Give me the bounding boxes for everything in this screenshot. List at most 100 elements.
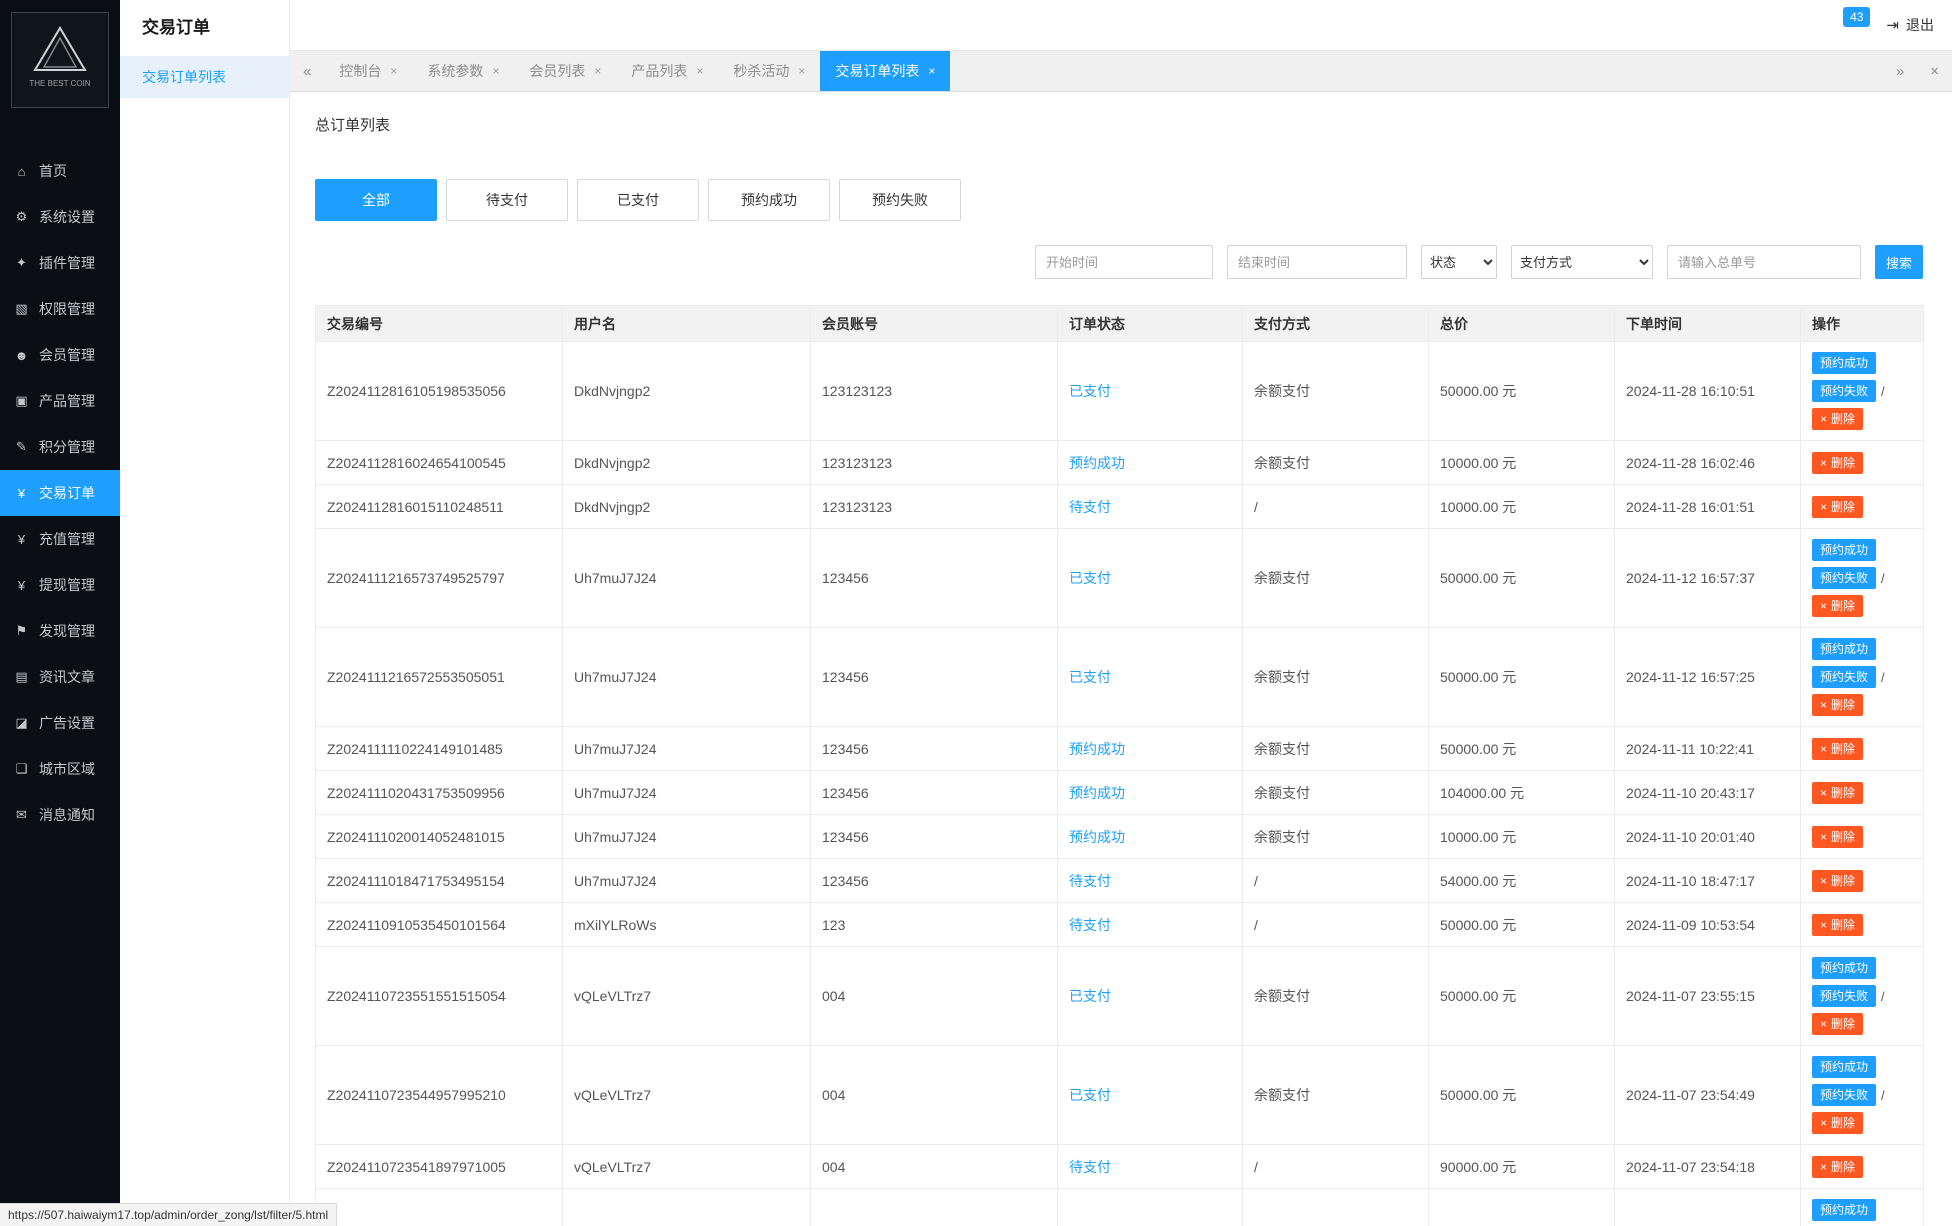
reserve-fail-button[interactable]: 预约失败 bbox=[1812, 567, 1877, 589]
cell-trade-id: Z2024111110224149101485 bbox=[315, 726, 563, 771]
order-status-link[interactable]: 预约成功 bbox=[1069, 785, 1125, 801]
cell-total-price: 54000.00 元 bbox=[1428, 858, 1615, 903]
tab-close-icon[interactable]: × bbox=[594, 64, 601, 78]
delete-x-icon: × bbox=[1820, 873, 1828, 888]
order-status-link[interactable]: 已支付 bbox=[1069, 669, 1111, 685]
tab-member-list[interactable]: 会员列表 × bbox=[514, 51, 616, 91]
delete-button[interactable]: × 删除 bbox=[1812, 451, 1864, 474]
reserve-success-button[interactable]: 预约成功 bbox=[1812, 1199, 1877, 1221]
filter-paid[interactable]: 已支付 bbox=[577, 179, 699, 221]
sidebar-item-ad-settings[interactable]: ◪ 广告设置 bbox=[0, 700, 120, 746]
sidebar-item-message-notice[interactable]: ✉ 消息通知 bbox=[0, 792, 120, 838]
table-row: Z2024111110224149101485 Uh7muJ7J24 123456 预… bbox=[315, 726, 1924, 771]
delete-button[interactable]: × 删除 bbox=[1812, 694, 1864, 716]
end-time-input[interactable] bbox=[1227, 245, 1407, 279]
sidebar-item-system-settings[interactable]: ⚙ 系统设置 bbox=[0, 194, 120, 240]
tabs-close-icon[interactable]: × bbox=[1917, 51, 1952, 91]
delete-button[interactable]: × 删除 bbox=[1812, 781, 1864, 804]
order-status-link[interactable]: 待支付 bbox=[1069, 873, 1111, 889]
order-status-link[interactable]: 已支付 bbox=[1069, 383, 1111, 399]
sidebar-item-product-management[interactable]: ▣ 产品管理 bbox=[0, 378, 120, 424]
order-status-link[interactable]: 预约成功 bbox=[1069, 829, 1125, 845]
sidebar-item-news-articles[interactable]: ▤ 资讯文章 bbox=[0, 654, 120, 700]
tabs-scroll-left-icon[interactable]: « bbox=[290, 51, 324, 91]
delete-button[interactable]: × 删除 bbox=[1812, 737, 1864, 760]
book-icon: ❏ bbox=[15, 761, 28, 776]
logout-icon: ⇥ bbox=[1886, 17, 1899, 34]
news-icon: ▤ bbox=[15, 669, 28, 684]
logout-button[interactable]: ⇥ 退出 bbox=[1886, 15, 1934, 35]
sidebar-item-withdraw-management[interactable]: ¥ 提现管理 bbox=[0, 562, 120, 608]
delete-button[interactable]: × 删除 bbox=[1812, 595, 1864, 617]
cell-account: 004 bbox=[810, 1188, 1058, 1226]
delete-button[interactable]: × 删除 bbox=[1812, 1013, 1864, 1035]
sidebar-item-recharge-management[interactable]: ¥ 充值管理 bbox=[0, 516, 120, 562]
delete-button[interactable]: × 删除 bbox=[1812, 1112, 1864, 1134]
reserve-success-button[interactable]: 预约成功 bbox=[1812, 539, 1877, 561]
cell-order-time: 2024-11-10 20:01:40 bbox=[1614, 814, 1801, 859]
order-status-link[interactable]: 预约成功 bbox=[1069, 455, 1125, 471]
tabs-scroll-right-icon[interactable]: » bbox=[1883, 51, 1917, 91]
tab-label: 控制台 bbox=[339, 63, 382, 79]
sidebar-item-points-management[interactable]: ✎ 积分管理 bbox=[0, 424, 120, 470]
cell-order-time: 2024-11-07 23:54:18 bbox=[1614, 1144, 1801, 1189]
reserve-fail-button[interactable]: 预约失败 bbox=[1812, 380, 1877, 402]
order-status-link[interactable]: 待支付 bbox=[1069, 1159, 1111, 1175]
order-status-link[interactable]: 已支付 bbox=[1069, 570, 1111, 586]
search-button[interactable]: 搜索 bbox=[1875, 245, 1923, 279]
tab-close-icon[interactable]: × bbox=[390, 64, 397, 78]
status-select[interactable]: 状态 bbox=[1421, 245, 1497, 279]
tab-close-icon[interactable]: × bbox=[492, 64, 499, 78]
start-time-input[interactable] bbox=[1035, 245, 1213, 279]
sidebar-item-discovery-management[interactable]: ⚑ 发现管理 bbox=[0, 608, 120, 654]
delete-x-icon: × bbox=[1820, 829, 1828, 844]
filter-all[interactable]: 全部 bbox=[315, 179, 437, 221]
sidebar-item-plugin-management[interactable]: ✦ 插件管理 bbox=[0, 240, 120, 286]
reserve-fail-button[interactable]: 预约失败 bbox=[1812, 1084, 1877, 1106]
tab-trade-order-list[interactable]: 交易订单列表 × bbox=[820, 51, 951, 91]
reserve-success-button[interactable]: 预约成功 bbox=[1812, 957, 1877, 979]
submenu-item-trade-order-list[interactable]: 交易订单列表 bbox=[120, 56, 289, 98]
tab-console[interactable]: 控制台 × bbox=[324, 51, 412, 91]
delete-button[interactable]: × 删除 bbox=[1812, 1155, 1864, 1178]
delete-button[interactable]: × 删除 bbox=[1812, 913, 1864, 936]
sidebar-item-home[interactable]: ⌂ 首页 bbox=[0, 148, 120, 194]
cell-order-time: 2024-11-28 16:10:51 bbox=[1614, 341, 1801, 441]
filter-unpaid[interactable]: 待支付 bbox=[446, 179, 568, 221]
tab-close-icon[interactable]: × bbox=[696, 64, 703, 78]
order-no-input[interactable] bbox=[1667, 245, 1861, 279]
tab-product-list[interactable]: 产品列表 × bbox=[616, 51, 718, 91]
delete-button[interactable]: × 删除 bbox=[1812, 495, 1864, 518]
sidebar-item-label: 插件管理 bbox=[39, 255, 95, 271]
sidebar-item-city-region[interactable]: ❏ 城市区域 bbox=[0, 746, 120, 792]
cell-status: 已支付 bbox=[1057, 341, 1243, 441]
filter-reserve-fail[interactable]: 预约失败 bbox=[839, 179, 961, 221]
sidebar-item-trade-orders[interactable]: ¥ 交易订单 bbox=[0, 470, 120, 516]
table-row: Z2024112816024654100545 DkdNvjngp2 1231231… bbox=[315, 440, 1924, 485]
tab-seckill-activity[interactable]: 秒杀活动 × bbox=[718, 51, 820, 91]
delete-button[interactable]: × 删除 bbox=[1812, 825, 1864, 848]
reserve-fail-button[interactable]: 预约失败 bbox=[1812, 985, 1877, 1007]
delete-button[interactable]: × 删除 bbox=[1812, 408, 1864, 430]
order-status-link[interactable]: 已支付 bbox=[1069, 988, 1111, 1004]
notification-badge[interactable]: 43 bbox=[1843, 7, 1871, 27]
filter-reserve-success[interactable]: 预约成功 bbox=[708, 179, 830, 221]
tab-close-icon[interactable]: × bbox=[798, 64, 805, 78]
page-title: 总订单列表 bbox=[315, 117, 391, 134]
column-header: 交易编号 bbox=[315, 305, 563, 342]
order-status-link[interactable]: 待支付 bbox=[1069, 499, 1111, 515]
order-status-link[interactable]: 已支付 bbox=[1069, 1087, 1111, 1103]
reserve-success-button[interactable]: 预约成功 bbox=[1812, 638, 1877, 660]
sidebar-item-permission-management[interactable]: ▧ 权限管理 bbox=[0, 286, 120, 332]
order-status-link[interactable]: 预约成功 bbox=[1069, 741, 1125, 757]
reserve-success-button[interactable]: 预约成功 bbox=[1812, 352, 1877, 374]
pay-method-select[interactable]: 支付方式 bbox=[1511, 245, 1653, 279]
tab-system-params[interactable]: 系统参数 × bbox=[412, 51, 514, 91]
reserve-fail-button[interactable]: 预约失败 bbox=[1812, 666, 1877, 688]
order-status-link[interactable]: 待支付 bbox=[1069, 917, 1111, 933]
sidebar-item-member-management[interactable]: ☻ 会员管理 bbox=[0, 332, 120, 378]
reserve-success-button[interactable]: 预约成功 bbox=[1812, 1056, 1877, 1078]
cell-username: DkdNvjngp2 bbox=[562, 484, 811, 529]
delete-button[interactable]: × 删除 bbox=[1812, 869, 1864, 892]
tab-close-icon[interactable]: × bbox=[928, 64, 935, 78]
